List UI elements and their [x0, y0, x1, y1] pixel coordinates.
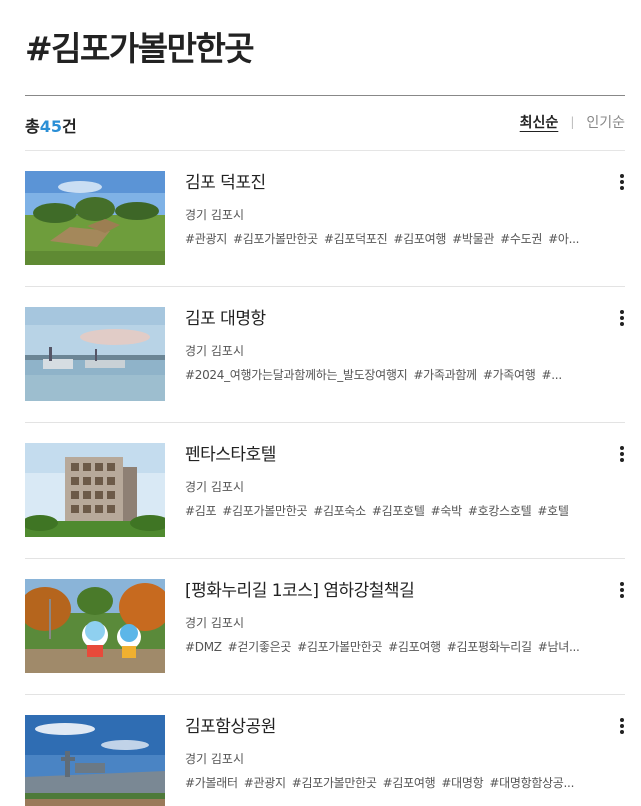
tag[interactable]: #걷기좋은곳 — [228, 640, 292, 654]
item-thumbnail[interactable] — [25, 307, 165, 401]
item-thumbnail[interactable] — [25, 579, 165, 673]
result-list: 김포 덕포진 경기 김포시 #관광지 #김포가볼만한곳 #김포덕포진 #김포여행 #박물… — [25, 151, 625, 806]
sort-separator: | — [570, 115, 575, 129]
total-count-suffix: 건 — [62, 117, 77, 136]
list-item[interactable]: 펜타스타호텔 경기 김포시 #김포 #김포가볼만한곳 #김포숙소 #김포호텔 #숙박 #호… — [25, 423, 625, 559]
list-item[interactable]: 김포 대명항 경기 김포시 #2024_여행가는달과함께하는_발도장여행지 #가족… — [25, 287, 625, 423]
tag[interactable]: #호캉스호텔 — [468, 504, 532, 518]
tag[interactable]: #숙박 — [431, 504, 463, 518]
tag[interactable]: #남녀... — [538, 640, 580, 654]
tag[interactable]: #김포여행 — [383, 776, 436, 790]
item-region: 경기 김포시 — [185, 752, 245, 766]
item-thumbnail[interactable] — [25, 715, 165, 806]
list-item[interactable]: 김포 덕포진 경기 김포시 #관광지 #김포가볼만한곳 #김포덕포진 #김포여행 #박물… — [25, 151, 625, 287]
tag[interactable]: #김포 — [185, 504, 217, 518]
item-title[interactable]: [평화누리길 1코스] 염하강철책길 — [185, 576, 415, 601]
more-options-icon[interactable] — [615, 715, 629, 737]
tag[interactable]: #김포평화누리길 — [447, 640, 532, 654]
tag[interactable]: #DMZ — [185, 640, 222, 654]
tag[interactable]: #김포여행 — [393, 232, 446, 246]
total-count-prefix: 총 — [25, 117, 40, 136]
item-title[interactable]: 김포 덕포진 — [185, 168, 266, 193]
more-options-icon[interactable] — [615, 307, 629, 329]
item-region: 경기 김포시 — [185, 616, 245, 630]
more-options-icon[interactable] — [615, 443, 629, 465]
total-count-number: 45 — [39, 117, 62, 136]
tag[interactable]: #관광지 — [185, 232, 227, 246]
tag[interactable]: #가족과함께 — [413, 368, 477, 382]
total-count: 총45건 — [25, 113, 77, 137]
item-region: 경기 김포시 — [185, 480, 245, 494]
item-thumbnail[interactable] — [25, 171, 165, 265]
item-tags: #관광지 #김포가볼만한곳 #김포덕포진 #김포여행 #박물관 #수도권 #아... — [185, 230, 605, 247]
sort-bar: 최신순 | 인기순 — [520, 112, 625, 132]
item-tags: #김포 #김포가볼만한곳 #김포숙소 #김포호텔 #숙박 #호캉스호텔 #호텔 — [185, 502, 605, 519]
list-item[interactable]: 김포함상공원 경기 김포시 #가볼래터 #관광지 #김포가볼만한곳 #김포여행 #대명항… — [25, 695, 625, 806]
item-region: 경기 김포시 — [185, 344, 245, 358]
tag[interactable]: #김포가볼만한곳 — [222, 504, 307, 518]
tag[interactable]: #김포가볼만한곳 — [233, 232, 318, 246]
tag[interactable]: #... — [542, 368, 563, 382]
tag[interactable]: #아... — [548, 232, 579, 246]
page-title: #김포가볼만한곳 — [25, 29, 255, 68]
more-options-icon[interactable] — [615, 171, 629, 193]
tag[interactable]: #김포가볼만한곳 — [297, 640, 382, 654]
sort-popular[interactable]: 인기순 — [586, 112, 625, 132]
tag[interactable]: #김포가볼만한곳 — [292, 776, 377, 790]
tag[interactable]: #가족여행 — [483, 368, 536, 382]
tag[interactable]: #대명항함상공... — [489, 776, 574, 790]
item-title[interactable]: 펜타스타호텔 — [185, 440, 276, 465]
tag[interactable]: #김포여행 — [388, 640, 441, 654]
sort-latest[interactable]: 최신순 — [520, 112, 559, 132]
tag[interactable]: #김포덕포진 — [324, 232, 388, 246]
item-title[interactable]: 김포 대명항 — [185, 304, 266, 329]
tag[interactable]: #수도권 — [500, 232, 542, 246]
item-tags: #가볼래터 #관광지 #김포가볼만한곳 #김포여행 #대명항 #대명항함상공... — [185, 774, 605, 791]
tag[interactable]: #대명항 — [441, 776, 483, 790]
title-divider — [25, 95, 625, 96]
tag[interactable]: #2024_여행가는달과함께하는_발도장여행지 — [185, 368, 408, 382]
tag[interactable]: #박물관 — [452, 232, 494, 246]
more-options-icon[interactable] — [615, 579, 629, 601]
tag[interactable]: #김포숙소 — [313, 504, 366, 518]
tag[interactable]: #가볼래터 — [185, 776, 238, 790]
item-title[interactable]: 김포함상공원 — [185, 712, 276, 737]
item-tags: #2024_여행가는달과함께하는_발도장여행지 #가족과함께 #가족여행 #... — [185, 366, 605, 383]
list-item[interactable]: [평화누리길 1코스] 염하강철책길 경기 김포시 #DMZ #걷기좋은곳 #김포가… — [25, 559, 625, 695]
item-region: 경기 김포시 — [185, 208, 245, 222]
tag[interactable]: #호텔 — [537, 504, 569, 518]
item-thumbnail[interactable] — [25, 443, 165, 537]
tag[interactable]: #관광지 — [244, 776, 286, 790]
tag[interactable]: #김포호텔 — [372, 504, 425, 518]
item-tags: #DMZ #걷기좋은곳 #김포가볼만한곳 #김포여행 #김포평화누리길 #남녀... — [185, 638, 605, 655]
